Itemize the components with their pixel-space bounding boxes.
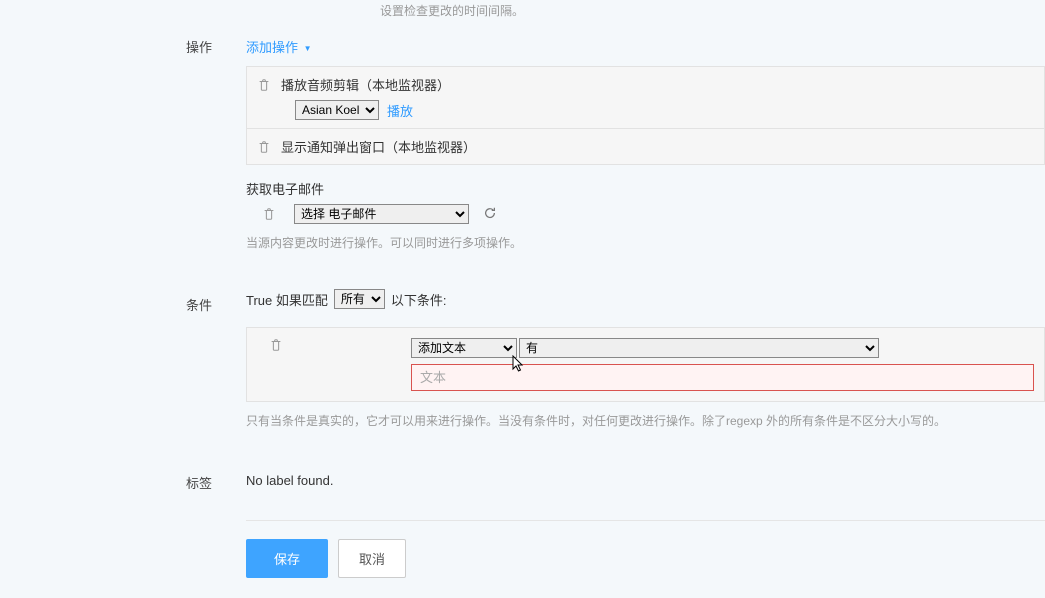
- condition-intro-suffix: 以下条件:: [391, 290, 447, 309]
- add-action-dropdown[interactable]: 添加操作 ▼: [246, 31, 312, 62]
- email-action-title: 获取电子邮件: [246, 171, 1045, 204]
- trash-icon[interactable]: [257, 78, 271, 92]
- conditions-help-text: 只有当条件是真实的，它才可以用来进行操作。当没有条件时，对任何更改进行操作。除了…: [246, 412, 1045, 429]
- trash-icon[interactable]: [269, 338, 411, 352]
- divider: [246, 520, 1045, 521]
- trash-icon[interactable]: [257, 140, 271, 154]
- labels-value: No label found.: [246, 467, 1045, 488]
- action-item: 播放音频剪辑（本地监视器） Asian Koel 播放: [247, 67, 1044, 129]
- refresh-icon[interactable]: [483, 206, 497, 223]
- condition-operator-select[interactable]: 有: [519, 338, 879, 358]
- caret-down-icon: ▼: [304, 44, 312, 53]
- labels-section-label: 标签: [186, 467, 246, 492]
- add-action-label: 添加操作: [246, 40, 298, 55]
- actions-help-text: 当源内容更改时进行操作。可以同时进行多项操作。: [246, 234, 1045, 251]
- action-title: 显示通知弹出窗口（本地监视器）: [281, 137, 476, 156]
- action-title: 播放音频剪辑（本地监视器）: [281, 75, 450, 94]
- condition-intro-prefix: True 如果匹配: [246, 290, 328, 309]
- condition-row: 添加文本 有: [246, 327, 1045, 402]
- condition-text-input[interactable]: [411, 364, 1034, 391]
- audio-clip-select[interactable]: Asian Koel: [295, 100, 379, 120]
- interval-help-text: 设置检查更改的时间间隔。: [380, 0, 1045, 19]
- actions-list: 播放音频剪辑（本地监视器） Asian Koel 播放: [246, 66, 1045, 165]
- action-item: 显示通知弹出窗口（本地监视器）: [247, 129, 1044, 164]
- email-select[interactable]: 选择 电子邮件: [294, 204, 469, 224]
- condition-field-select[interactable]: 添加文本: [411, 338, 517, 358]
- email-action: 获取电子邮件 选择 电子邮件: [246, 171, 1045, 224]
- cancel-button[interactable]: 取消: [338, 539, 406, 578]
- conditions-section-label: 条件: [186, 289, 246, 314]
- save-button[interactable]: 保存: [246, 539, 328, 578]
- trash-icon[interactable]: [262, 207, 276, 221]
- actions-section-label: 操作: [186, 31, 246, 56]
- play-link[interactable]: 播放: [387, 101, 413, 120]
- match-mode-select[interactable]: 所有: [334, 289, 385, 309]
